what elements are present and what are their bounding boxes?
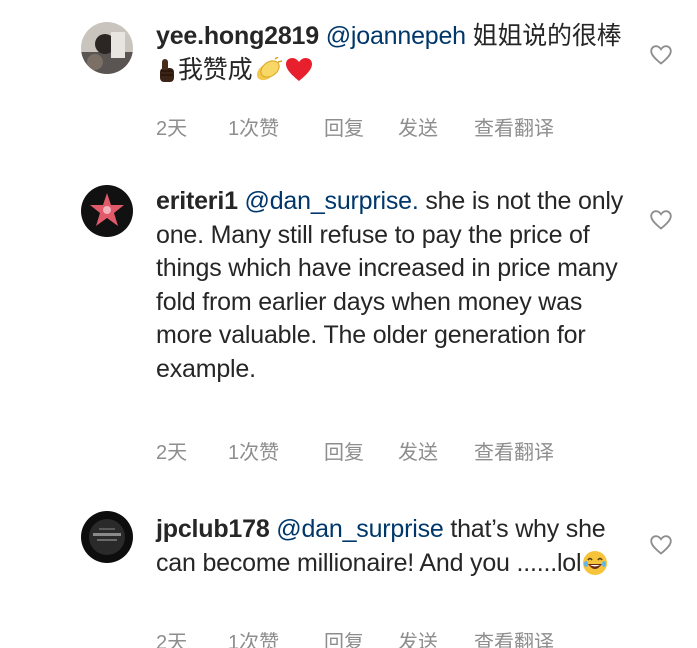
comment-body: eriteri1 @dan_surprise. she is not the o… [156,185,631,386]
red-heart-emoji-icon [285,57,313,93]
comment-actions: 2天 1次赞 回复 发送 查看翻译 [156,626,554,648]
thumbs-up-emoji-icon [157,57,177,93]
reply-button[interactable]: 回复 [324,112,398,141]
like-heart-icon[interactable] [650,210,672,230]
comment-username[interactable]: jpclub178 [156,515,270,543]
comment-body: jpclub178 @dan_surprise that’s why she c… [156,513,631,585]
see-translation-button[interactable]: 查看翻译 [474,112,554,141]
avatar[interactable] [81,22,133,74]
send-button[interactable]: 发送 [398,436,474,465]
comment-username[interactable]: yee.hong2819 [156,22,319,50]
comment-mention[interactable]: @dan_surprise. [245,187,419,215]
comment-actions: 2天 1次赞 回复 发送 查看翻译 [156,436,554,465]
comment-age: 2天 [156,442,188,464]
comment-likes-link[interactable]: 1次赞 [228,436,324,465]
like-heart-icon[interactable] [650,45,672,65]
see-translation-button[interactable]: 查看翻译 [474,626,554,648]
reply-button[interactable]: 回复 [324,626,398,648]
comment-username[interactable]: eriteri1 [156,187,238,215]
comment-body: yee.hong2819 @joannepeh 姐姐说的很棒我赞成 [156,20,631,92]
comment-actions: 2天 1次赞 回复 发送 查看翻译 [156,112,554,141]
send-button[interactable]: 发送 [398,626,474,648]
comments-list: yee.hong2819 @joannepeh 姐姐说的很棒我赞成 2天 1次赞回… [0,0,697,648]
comment-mention[interactable]: @joannepeh [326,22,466,50]
comment-age: 2天 [156,118,188,140]
avatar[interactable] [81,511,133,563]
comment-text: she is not the only one. Many still refu… [156,187,624,383]
send-button[interactable]: 发送 [398,112,474,141]
like-heart-icon[interactable] [650,535,672,555]
avatar[interactable] [81,185,133,237]
reply-button[interactable]: 回复 [324,436,398,465]
comment-likes-link[interactable]: 1次赞 [228,112,324,141]
comment-text-after: 我赞成 [178,55,253,84]
comment-age: 2天 [156,632,188,648]
comment-mention[interactable]: @dan_surprise [276,515,444,543]
see-translation-button[interactable]: 查看翻译 [474,436,554,465]
comment-text: 姐姐说的很棒 [472,22,622,50]
comment-likes-link[interactable]: 1次赞 [228,626,324,648]
laughing-emoji-icon [582,550,608,586]
clapping-hands-emoji-icon [253,55,283,93]
